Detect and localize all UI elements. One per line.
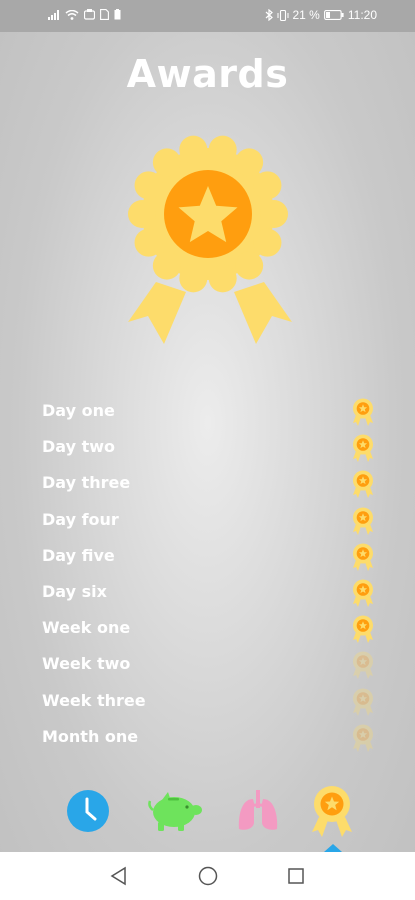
rosette-scallop	[235, 251, 264, 280]
medal-unlocked-icon	[350, 578, 376, 608]
rosette-scallop	[128, 200, 156, 228]
rosette-scallop	[134, 228, 163, 257]
battery-percent: 21 %	[292, 8, 320, 22]
award-list: Day one Day two Day three Day four Day five D…	[42, 394, 387, 756]
home-icon	[198, 866, 218, 886]
award-row: Day two	[42, 430, 387, 466]
nav-savings-button[interactable]	[146, 786, 206, 836]
rosette-scallop	[179, 264, 208, 293]
system-nav-bar	[0, 852, 415, 900]
clock-time: 11:20	[347, 8, 377, 22]
status-icons-right: 21 % 11:20	[265, 8, 377, 22]
medal-locked-icon	[350, 650, 376, 680]
award-row: Week one	[42, 611, 387, 647]
rosette-scallop	[253, 228, 282, 257]
recents-button[interactable]	[284, 864, 308, 888]
charging-icon	[114, 9, 121, 20]
rosette-scallop	[235, 148, 264, 177]
bluetooth-icon	[265, 9, 273, 21]
award-label: Day three	[42, 473, 131, 493]
active-tab-indicator	[324, 844, 342, 852]
medal-locked-icon	[350, 687, 376, 717]
nav-awards-button[interactable]	[307, 786, 357, 837]
battery-icon	[323, 10, 344, 20]
award-label: Day two	[42, 437, 116, 457]
bottom-nav	[0, 780, 415, 852]
rosette-scallop	[253, 171, 282, 200]
wifi-icon	[65, 9, 79, 20]
lungs-icon	[238, 790, 278, 830]
award-label: Month one	[42, 726, 139, 746]
back-icon	[110, 866, 126, 886]
award-medal-icon	[312, 786, 352, 837]
signal-icon	[48, 9, 59, 20]
award-row: Week three	[42, 684, 387, 720]
clock-icon	[67, 790, 109, 832]
award-label: Week three	[42, 690, 146, 710]
award-label: Day five	[42, 545, 115, 565]
medal-unlocked-icon	[350, 506, 376, 536]
award-row: Day three	[42, 466, 387, 502]
award-row: Month one	[42, 720, 387, 756]
rosette-scallop	[208, 264, 237, 293]
award-label: Week two	[42, 654, 131, 674]
piggy-bank-icon	[148, 792, 202, 831]
rosette-scallop	[260, 200, 288, 228]
award-label: Day six	[42, 581, 107, 601]
page-title: Awards	[126, 52, 289, 96]
recents-icon	[288, 868, 304, 884]
home-button[interactable]	[196, 864, 220, 888]
award-medal-hero-icon	[128, 135, 292, 344]
rosette-scallop	[152, 148, 181, 177]
medal-unlocked-icon	[350, 469, 376, 499]
medal-unlocked-icon	[350, 614, 376, 644]
status-icons-left	[48, 9, 121, 20]
back-button[interactable]	[107, 864, 131, 888]
award-row: Day four	[42, 503, 387, 539]
nav-timer-button[interactable]	[63, 786, 113, 836]
medal-unlocked-icon	[350, 397, 376, 427]
sim-icon	[100, 9, 109, 20]
award-label: Day one	[42, 401, 115, 420]
rosette-scallop	[208, 135, 237, 164]
medal-unlocked-icon	[350, 542, 376, 572]
status-bar: 21 % 11:20	[0, 0, 415, 32]
award-row: Day five	[42, 539, 387, 575]
medal-unlocked-icon	[350, 433, 376, 463]
notification-icon	[84, 9, 95, 20]
rosette-scallop	[179, 135, 208, 164]
award-row: Week two	[42, 647, 387, 683]
award-label: Week one	[42, 618, 131, 638]
rosette-scallop	[152, 251, 181, 280]
award-row: Day one	[42, 394, 387, 430]
medal-locked-icon	[350, 723, 376, 753]
award-label: Day four	[42, 509, 119, 529]
award-row: Day six	[42, 575, 387, 611]
vibrate-icon	[277, 9, 288, 21]
rosette-scallop	[134, 171, 163, 200]
nav-health-button[interactable]	[233, 786, 283, 836]
